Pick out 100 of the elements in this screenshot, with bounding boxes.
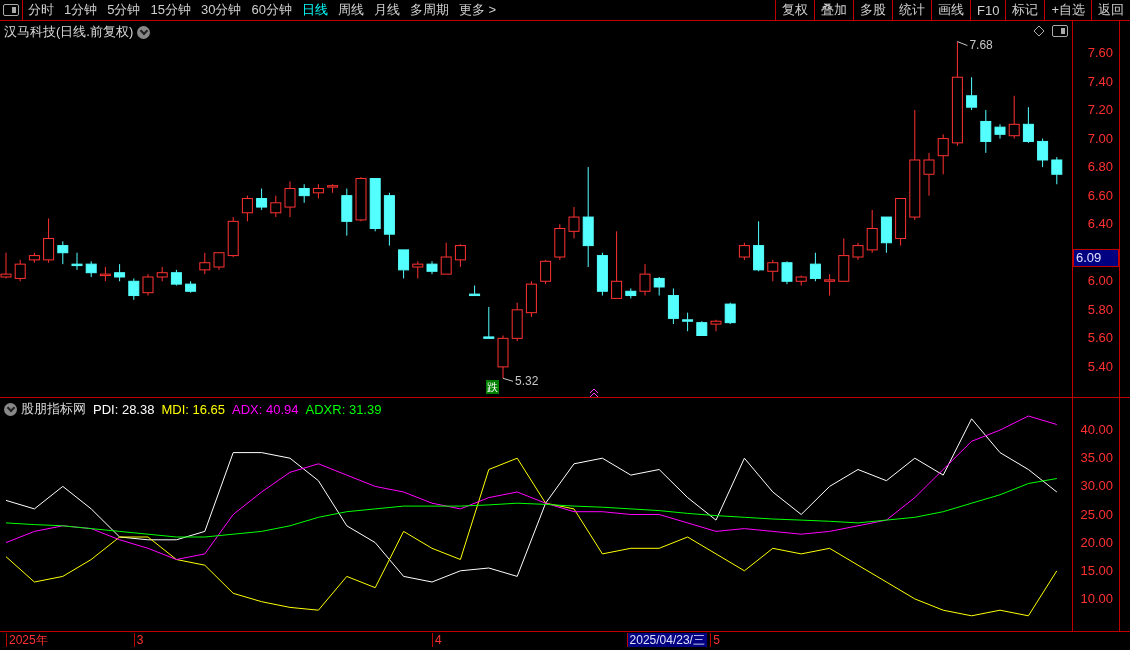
- candle: [895, 198, 907, 247]
- candle: [866, 209, 878, 254]
- candle: [440, 242, 452, 275]
- chevron-down-icon[interactable]: [137, 25, 151, 39]
- candle: [682, 312, 694, 332]
- candle: [738, 242, 750, 261]
- price-axis-label: 6.00: [1087, 274, 1113, 289]
- candle: [14, 259, 26, 282]
- indicator-axis-label: 25.00: [1080, 507, 1113, 522]
- candle: [99, 266, 111, 282]
- candle: [568, 206, 580, 239]
- double-up-caret-icon: [589, 388, 599, 397]
- candle: [185, 280, 197, 294]
- candle: [511, 302, 523, 342]
- indicator-axis-label: 40.00: [1080, 423, 1113, 438]
- candle: [327, 183, 339, 194]
- chart-title: 汉马科技(日线.前复权): [4, 23, 134, 41]
- indicator-axis-label: 30.00: [1080, 479, 1113, 494]
- low-price-label: 5.32: [515, 374, 539, 389]
- candle: [412, 260, 424, 279]
- price-axis-label: 7.20: [1087, 103, 1113, 118]
- candle: [824, 273, 836, 297]
- signal-marker: 跌: [486, 380, 499, 394]
- indicator-name: 股朋指标网: [21, 400, 86, 418]
- candle: [128, 277, 140, 301]
- indicator-value: ADX: 40.94: [232, 401, 299, 417]
- candle: [667, 287, 679, 325]
- candle: [298, 183, 310, 204]
- candle: [156, 266, 168, 282]
- candle: [611, 230, 623, 299]
- candle: [454, 243, 466, 268]
- period-tab[interactable]: 30分钟: [195, 0, 247, 20]
- panel-toggle-icon[interactable]: [1052, 25, 1068, 37]
- period-tab[interactable]: 15分钟: [145, 0, 196, 20]
- candle: [596, 252, 608, 297]
- candle: [270, 195, 282, 218]
- panel-toggle-icon[interactable]: [3, 4, 19, 16]
- period-tab[interactable]: 周线: [332, 0, 369, 20]
- period-tab[interactable]: 分时: [23, 0, 59, 20]
- candle: [57, 240, 69, 265]
- price-axis-label: 6.60: [1087, 188, 1113, 203]
- period-tab[interactable]: 日线: [296, 0, 333, 20]
- candle: [880, 216, 892, 254]
- candle: [383, 192, 395, 247]
- candle: [724, 302, 736, 325]
- candle: [781, 260, 793, 285]
- candle: [653, 276, 665, 297]
- candle: [469, 285, 481, 297]
- candle: [170, 269, 182, 287]
- period-tab[interactable]: 月线: [368, 0, 405, 20]
- date-cursor-label: 2025/04/23/三: [626, 633, 707, 647]
- candle: [256, 188, 268, 211]
- period-tab[interactable]: 1分钟: [59, 0, 103, 20]
- date-axis-label: 3: [133, 633, 146, 647]
- current-price-tag: 6.09: [1073, 249, 1119, 268]
- candle: [312, 183, 324, 199]
- candle: [28, 252, 40, 264]
- candle: [767, 259, 779, 282]
- candle: [639, 263, 651, 297]
- period-tab[interactable]: 5分钟: [102, 0, 146, 20]
- leader-line: [502, 377, 514, 382]
- candle: [525, 280, 537, 318]
- candle: [554, 223, 566, 261]
- indicator-value: PDI: 28.38: [93, 401, 155, 417]
- leader-line: [956, 41, 968, 47]
- candle: [71, 252, 83, 271]
- diamond-icon[interactable]: [1033, 25, 1045, 37]
- price-axis-label: 7.60: [1087, 45, 1113, 60]
- candle: [284, 180, 296, 218]
- price-axis-label: 5.40: [1087, 359, 1113, 374]
- candle: [85, 260, 97, 278]
- candle: [341, 188, 353, 237]
- candle: [937, 133, 949, 175]
- indicator-axis-label: 10.00: [1080, 591, 1113, 606]
- period-tab[interactable]: 60分钟: [246, 0, 297, 20]
- date-axis-label: 5: [710, 633, 722, 647]
- candle: [795, 275, 807, 287]
- candle: [199, 252, 211, 275]
- candle: [1037, 138, 1049, 168]
- candle: [540, 259, 552, 285]
- date-axis-label: 4: [432, 633, 444, 647]
- candle: [710, 319, 722, 332]
- candle: [43, 218, 55, 264]
- price-axis-label: 5.60: [1087, 331, 1113, 346]
- candle: [426, 260, 438, 275]
- indicator-axis-label: 35.00: [1080, 451, 1113, 466]
- candle: [923, 152, 935, 197]
- chevron-down-icon[interactable]: [4, 402, 17, 416]
- indicator-axis-label: 15.00: [1080, 563, 1113, 578]
- candle: [227, 216, 239, 258]
- candle: [838, 237, 850, 282]
- candle: [994, 123, 1006, 140]
- candle: [114, 263, 126, 282]
- candle: [398, 249, 410, 279]
- price-axis-label: 7.00: [1087, 131, 1113, 146]
- candle: [213, 252, 225, 271]
- period-tab[interactable]: 更多 >: [453, 0, 502, 20]
- period-tab[interactable]: 多周期: [404, 0, 454, 20]
- candle: [369, 178, 381, 232]
- high-price-label: 7.68: [969, 37, 993, 52]
